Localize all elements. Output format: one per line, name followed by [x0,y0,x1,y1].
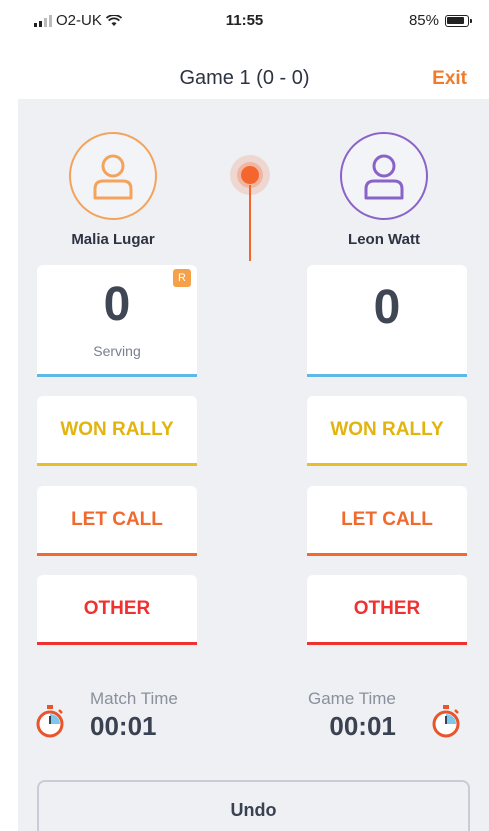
player-right-score-card[interactable]: 0 [307,265,467,377]
stopwatch-icon [432,705,460,738]
match-time-label: Match Time [90,689,178,708]
user-icon [364,154,404,200]
player-right-won-rally-button[interactable]: WON RALLY [307,396,467,466]
game-time-value: 00:01 [329,711,396,741]
receiver-badge: R [173,269,191,287]
player-left-name: Malia Lugar [71,231,155,248]
match-time-value: 00:01 [90,711,157,741]
page-title: Game 1 (0 - 0) [179,67,310,89]
battery-icon [445,14,472,27]
battery-info: 85% [408,12,472,29]
player-left-score: 0 [103,277,131,331]
game-time-label: Game Time [308,689,396,708]
serving-label: Serving [93,342,141,359]
player-right-let-call-button[interactable]: LET CALL [307,486,467,556]
player-right-name: Leon Watt [348,231,420,248]
scoring-panel: Malia Lugar Leon Watt R 0 Serving 0 WON … [18,99,489,831]
player-right-score: 0 [373,280,401,334]
user-icon [93,154,133,200]
status-bar: O2-UK 11:55 85% [0,0,489,40]
battery-percent: 85% [408,12,439,29]
match-timer: Match Time 00:01 [90,689,178,742]
serve-indicator-line [249,185,251,261]
stopwatch-icon [36,705,64,738]
player-left-won-rally-button[interactable]: WON RALLY [37,396,197,466]
nav-header: Game 1 (0 - 0) Exit [0,55,489,99]
player-right-avatar [340,132,428,220]
player-left-other-button[interactable]: OTHER [37,575,197,645]
player-left-let-call-button[interactable]: LET CALL [37,486,197,556]
player-left-score-card[interactable]: R 0 Serving [37,265,197,377]
player-right-other-button[interactable]: OTHER [307,575,467,645]
serve-indicator-core [241,166,259,184]
undo-button[interactable]: Undo [37,780,470,831]
exit-button[interactable]: Exit [432,68,467,90]
game-timer: Game Time 00:01 [308,689,396,742]
player-left-avatar [69,132,157,220]
